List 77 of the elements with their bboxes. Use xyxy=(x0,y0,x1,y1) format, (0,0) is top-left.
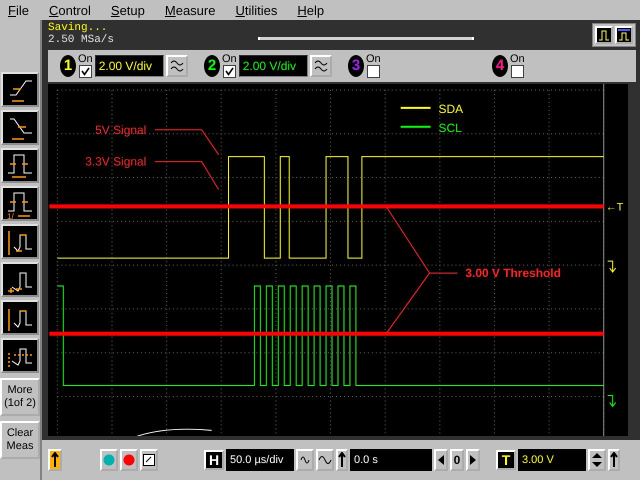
channel-checkbox[interactable] xyxy=(366,64,380,78)
measure-tool-button[interactable] xyxy=(1,300,39,335)
horizontal-button[interactable]: H xyxy=(204,450,224,470)
fine-wave-button[interactable] xyxy=(296,449,314,471)
circle-icon xyxy=(123,454,135,466)
trigger-level-field[interactable]: 3.00 V xyxy=(518,449,586,471)
level-spin-button[interactable] xyxy=(588,449,606,471)
right-triangle-icon xyxy=(470,455,476,465)
coupling-button[interactable] xyxy=(310,54,332,77)
check-icon xyxy=(224,66,234,76)
wave-icon xyxy=(170,58,184,73)
channel-checkbox[interactable] xyxy=(78,64,92,78)
check-icon xyxy=(80,66,90,76)
leader-line xyxy=(154,160,220,190)
pulse-icon xyxy=(618,29,630,41)
circle-icon xyxy=(103,454,115,466)
side-button[interactable]: Clear Meas xyxy=(0,421,40,459)
run-button[interactable] xyxy=(100,449,118,471)
up-arrow-icon xyxy=(51,452,59,468)
pulse-view-button[interactable] xyxy=(595,26,613,44)
left-button[interactable] xyxy=(434,449,448,471)
on-label: On xyxy=(222,54,237,65)
time-scale-field[interactable]: 50.0 µs/div xyxy=(226,449,294,471)
on-label: On xyxy=(366,54,381,65)
coupling-button[interactable] xyxy=(166,54,188,77)
pulse-view-button[interactable] xyxy=(615,26,633,44)
window-icon xyxy=(143,454,155,466)
up-arrow-icon xyxy=(338,452,346,468)
up-arrow-icon xyxy=(610,452,618,468)
menu-item[interactable]: File xyxy=(6,2,39,18)
measure-tool-button[interactable] xyxy=(1,224,39,259)
measure-tool-button[interactable] xyxy=(1,338,39,373)
legend-label: SCL xyxy=(438,120,462,134)
annotation-label: 5V Signal xyxy=(95,122,146,136)
arrow-button[interactable] xyxy=(336,449,348,471)
wave-button[interactable] xyxy=(316,449,334,471)
reciprocal-label: 1/ xyxy=(7,212,14,218)
ground-marker-icon xyxy=(607,394,616,407)
delay-field[interactable]: 0.0 s xyxy=(350,449,432,471)
on-label: On xyxy=(510,54,525,65)
wave-icon xyxy=(318,454,332,466)
pulse-icon xyxy=(598,29,610,41)
menu-item[interactable]: Utilities xyxy=(233,2,288,18)
scale-field[interactable]: 2.00 V/div xyxy=(238,54,308,77)
up-down-icon xyxy=(591,452,603,468)
stop-button[interactable] xyxy=(120,449,138,471)
menu-item[interactable]: Measure xyxy=(162,2,226,18)
trigger-marker: ←T xyxy=(606,201,624,214)
annotation-label: 3.00 V Threshold xyxy=(465,266,561,280)
menu-item[interactable]: Control xyxy=(46,2,101,18)
measure-tool-button[interactable] xyxy=(1,148,39,183)
ground-reference-button[interactable] xyxy=(48,449,62,471)
scale-field[interactable]: 2.00 V/div xyxy=(94,54,164,77)
measure-tool-button[interactable]: 1/ xyxy=(1,186,39,221)
on-label: On xyxy=(78,54,93,65)
measure-tool-button[interactable] xyxy=(1,72,39,107)
arrow-button[interactable] xyxy=(608,449,620,471)
annotation-label: 3.3V Signal xyxy=(85,154,146,168)
trigger-button[interactable]: T xyxy=(496,450,516,470)
leader-line xyxy=(154,128,220,155)
reference-button[interactable]: 0 xyxy=(450,449,464,471)
measure-tool-button[interactable] xyxy=(1,110,39,145)
wave-icon xyxy=(314,58,328,73)
left-triangle-icon xyxy=(438,455,444,465)
measure-tool-button[interactable] xyxy=(1,262,39,297)
right-button[interactable] xyxy=(466,449,480,471)
ground-marker-icon xyxy=(607,260,616,273)
sample-rate: 2.50 MSa/s xyxy=(48,34,116,46)
legend-label: SDA xyxy=(438,102,464,116)
channel-checkbox[interactable] xyxy=(222,64,236,78)
channel-checkbox[interactable] xyxy=(510,64,524,78)
menu-item[interactable]: Help xyxy=(295,2,334,18)
wave-icon xyxy=(300,454,310,466)
side-button[interactable]: More (1of 2) xyxy=(0,378,40,416)
menu-item[interactable]: Setup xyxy=(108,2,155,18)
single-button[interactable] xyxy=(140,449,158,471)
status-message: Saving... xyxy=(48,22,108,34)
